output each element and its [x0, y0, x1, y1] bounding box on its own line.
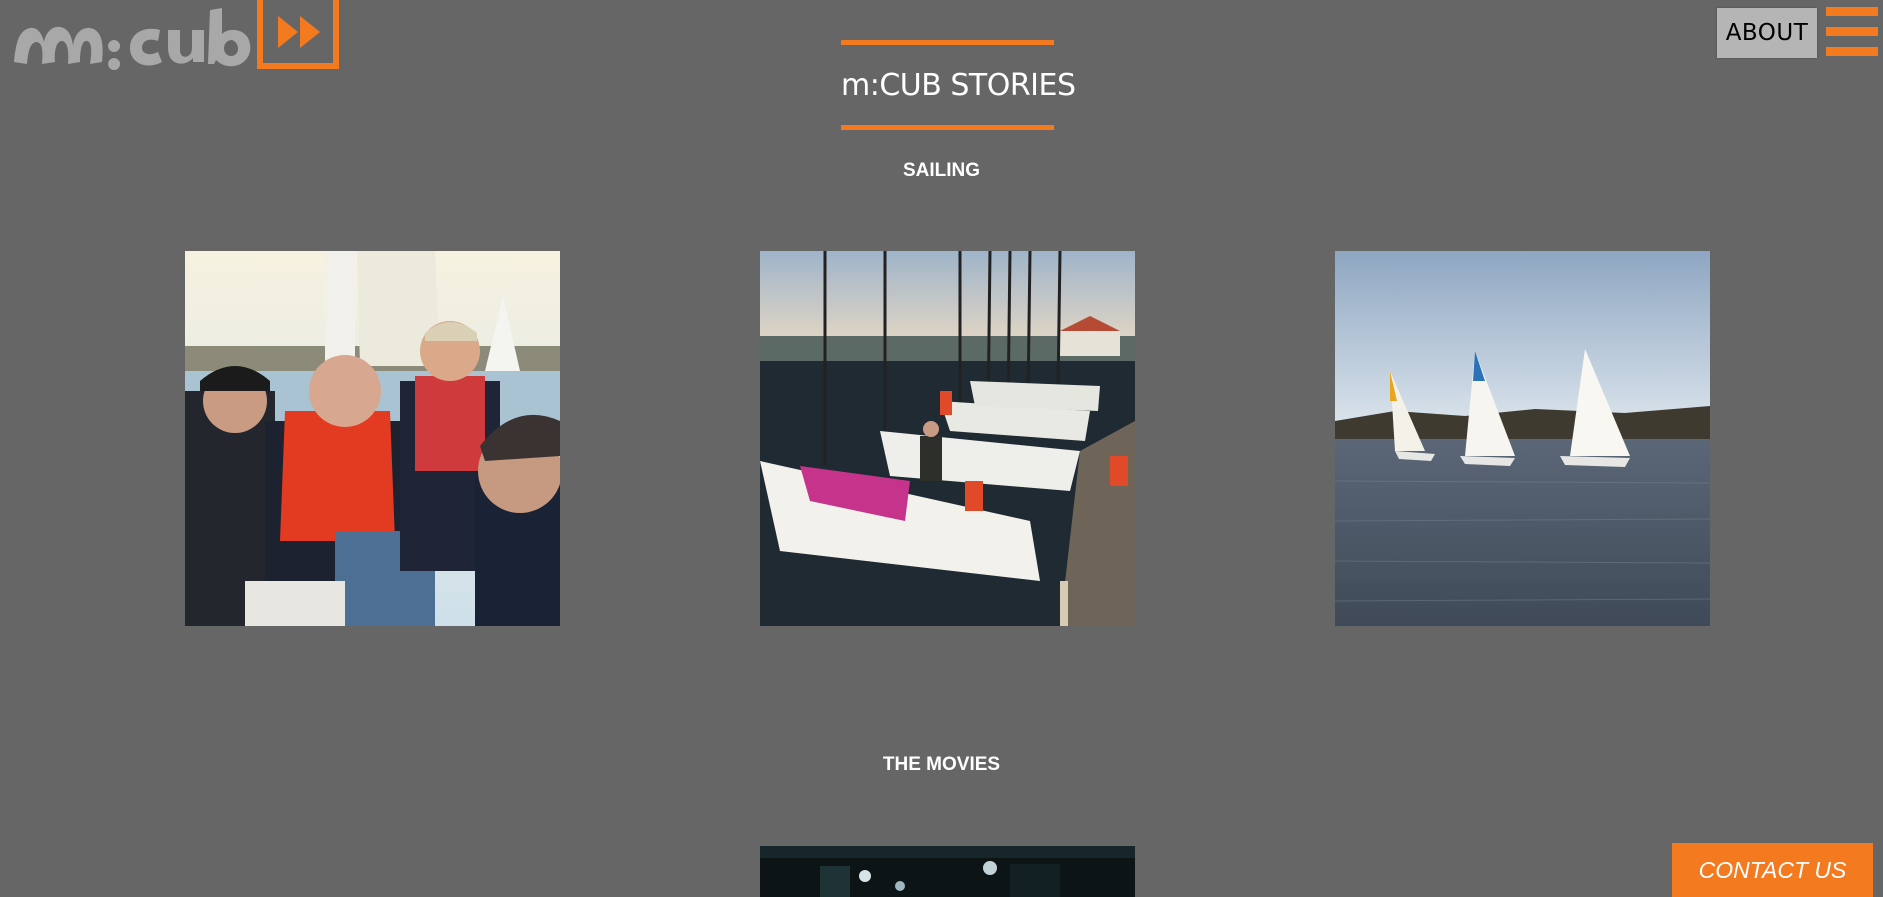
- sailing-photo-dock-image: [760, 251, 1135, 626]
- movies-photo-stage[interactable]: [760, 846, 1135, 897]
- title-bottom-rule: [841, 125, 1054, 130]
- title-top-rule: [841, 40, 1054, 45]
- section-heading-the-movies: THE MOVIES: [882, 754, 1001, 775]
- menu-bar: [1826, 7, 1878, 16]
- sailing-photo-water-image: [1335, 251, 1710, 626]
- about-button[interactable]: ABOUT: [1717, 8, 1817, 58]
- sailing-photo-selfie-image: [185, 251, 560, 626]
- movies-photo-stage-image: [760, 846, 1135, 897]
- contact-us-button[interactable]: CONTACT US: [1672, 843, 1873, 897]
- sailing-photo-selfie[interactable]: [185, 251, 560, 626]
- hamburger-menu-icon[interactable]: [1826, 7, 1878, 59]
- mcub-logo-graphic: [14, 0, 339, 70]
- page: ABOUT m:CUB STORIES SAILING THE MOVIES C…: [0, 0, 1883, 897]
- sailing-photo-water[interactable]: [1335, 251, 1710, 626]
- section-heading-sailing: SAILING: [902, 160, 981, 181]
- menu-bar: [1826, 27, 1878, 36]
- page-title: m:CUB STORIES: [841, 68, 1076, 103]
- sailing-photo-dock[interactable]: [760, 251, 1135, 626]
- menu-bar: [1826, 47, 1878, 56]
- mcub-logo[interactable]: [10, 0, 340, 80]
